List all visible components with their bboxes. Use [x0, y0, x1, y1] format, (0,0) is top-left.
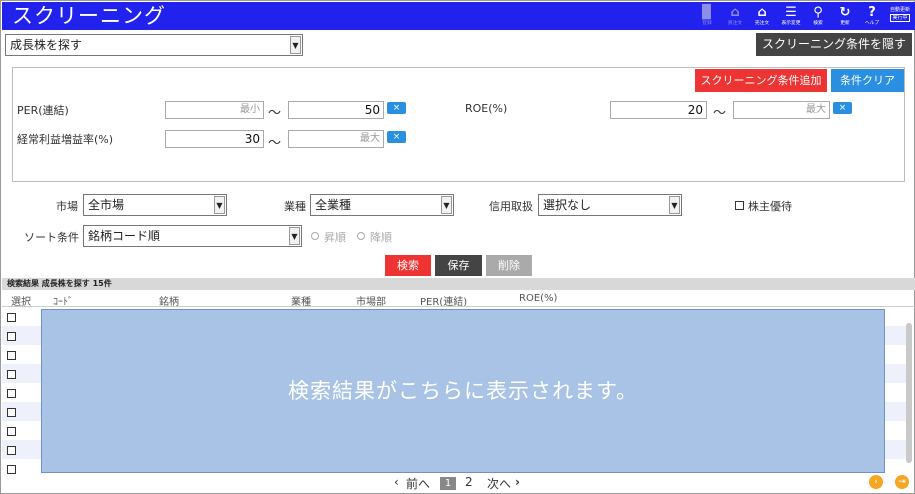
results-scrollbar[interactable]: [906, 323, 912, 463]
auto-update-state: 実行中: [890, 14, 910, 22]
row-select-checkbox[interactable]: [7, 389, 16, 398]
market-label: 市場: [56, 200, 78, 213]
per-label: PER(連結): [17, 104, 69, 117]
profit-growth-remove-button[interactable]: ×: [387, 131, 406, 143]
credit-label: 信用取扱: [489, 200, 533, 213]
row-select-checkbox[interactable]: [7, 313, 16, 322]
row-select-checkbox[interactable]: [7, 351, 16, 360]
results-placeholder: 検索結果がこちらに表示されます。: [41, 309, 885, 473]
credit-select-value: 選択なし: [543, 198, 592, 212]
column-header-roe[interactable]: ROE(%): [519, 293, 557, 304]
shareholder-benefit-checkbox[interactable]: [735, 201, 744, 210]
sort-asc-label: 昇順: [324, 231, 346, 244]
sort-asc-radio[interactable]: [311, 232, 319, 240]
row-select-checkbox[interactable]: [7, 427, 16, 436]
prev-page-icon[interactable]: ‹: [394, 475, 399, 489]
row-select-checkbox[interactable]: [7, 446, 16, 455]
row-select-checkbox[interactable]: [7, 465, 16, 474]
per-max-input[interactable]: 50: [288, 101, 384, 119]
industry-label: 業種: [284, 200, 306, 213]
refresh-icon[interactable]: ↻ 更新: [833, 5, 857, 29]
roe-max-input[interactable]: 最大: [733, 101, 830, 119]
clear-conditions-button[interactable]: 条件クリア: [831, 69, 904, 92]
chevron-down-icon: ▼: [290, 36, 301, 54]
market-select[interactable]: 全市場 ▼: [83, 194, 227, 216]
row-select-checkbox[interactable]: [7, 370, 16, 379]
range-separator: ～: [713, 106, 727, 121]
roe-label: ROE(%): [465, 102, 508, 115]
delete-button[interactable]: 削除: [486, 255, 532, 276]
credit-select[interactable]: 選択なし ▼: [538, 194, 682, 216]
industry-select[interactable]: 全業種 ▼: [310, 194, 454, 216]
roe-min-input[interactable]: 20: [610, 101, 707, 119]
help-icon[interactable]: ? ヘルプ: [860, 5, 884, 29]
sort-select[interactable]: 銘柄コード順 ▼: [83, 225, 302, 247]
search-button[interactable]: 検索: [385, 255, 431, 276]
results-placeholder-message: 検索結果がこちらに表示されます。: [288, 379, 638, 403]
auto-update-toggle[interactable]: 自動更新 実行中: [889, 7, 911, 22]
profit-growth-label: 経常利益増益率(%): [17, 133, 114, 146]
add-condition-button[interactable]: スクリーニング条件追加: [695, 69, 827, 92]
save-button[interactable]: 保存: [435, 255, 482, 276]
chevron-down-icon: ▼: [289, 227, 300, 245]
title-bar: スクリーニング ▉ 登録 ⌂ 買注文 ⌂ 売注文 ☰ 表示変更 ⚲ 検索 ↻ 更新 ? ヘルプ…: [2, 2, 915, 30]
sort-label: ソート条件: [24, 231, 79, 244]
display-change-icon[interactable]: ☰ 表示変更: [779, 5, 803, 29]
prev-page-link[interactable]: 前へ: [406, 475, 430, 492]
next-page-icon[interactable]: ›: [515, 475, 520, 489]
register-icon[interactable]: ▉ 登録: [695, 5, 719, 29]
chevron-down-icon: ▼: [441, 196, 452, 214]
app-window: スクリーニング ▉ 登録 ⌂ 買注文 ⌂ 売注文 ☰ 表示変更 ⚲ 検索 ↻ 更新 ? ヘルプ…: [0, 0, 915, 494]
last-page-icon[interactable]: ⇥: [895, 475, 909, 489]
buy-order-icon[interactable]: ⌂ 買注文: [723, 5, 747, 29]
chevron-down-icon: ▼: [214, 196, 225, 214]
sell-order-icon[interactable]: ⌂ 売注文: [750, 5, 774, 29]
sort-select-value: 銘柄コード順: [88, 229, 161, 243]
industry-select-value: 全業種: [315, 198, 352, 212]
profit-growth-min-input[interactable]: 30: [165, 130, 264, 148]
sort-desc-radio[interactable]: [357, 232, 365, 240]
range-separator: ～: [268, 106, 282, 121]
roe-remove-button[interactable]: ×: [833, 102, 852, 114]
row-select-checkbox[interactable]: [7, 332, 16, 341]
profit-growth-max-input[interactable]: 最大: [288, 130, 384, 148]
preset-select[interactable]: 成長株を探す ▼: [5, 34, 303, 56]
shareholder-benefit-label: 株主優待: [748, 200, 792, 213]
range-separator: ～: [268, 136, 282, 151]
page-2-link[interactable]: 2: [465, 475, 473, 489]
preset-select-value: 成長株を探す: [10, 38, 83, 52]
per-remove-button[interactable]: ×: [387, 102, 406, 114]
chevron-down-icon: ▼: [669, 196, 680, 214]
results-header: 検索結果 成長株を探す 15件: [2, 278, 915, 290]
page-title: スクリーニング: [12, 4, 166, 28]
market-select-value: 全市場: [88, 198, 125, 212]
sort-desc-label: 降順: [370, 231, 392, 244]
next-page-link[interactable]: 次へ: [487, 475, 511, 492]
page-1-link[interactable]: 1: [440, 477, 456, 490]
hide-conditions-button[interactable]: スクリーニング条件を隠す: [756, 33, 912, 56]
auto-update-label: 自動更新: [889, 7, 910, 13]
row-select-checkbox[interactable]: [7, 408, 16, 417]
next-circle-icon[interactable]: ›: [869, 475, 883, 489]
search-icon[interactable]: ⚲ 検索: [806, 5, 830, 29]
per-min-input[interactable]: 最小: [165, 101, 264, 119]
